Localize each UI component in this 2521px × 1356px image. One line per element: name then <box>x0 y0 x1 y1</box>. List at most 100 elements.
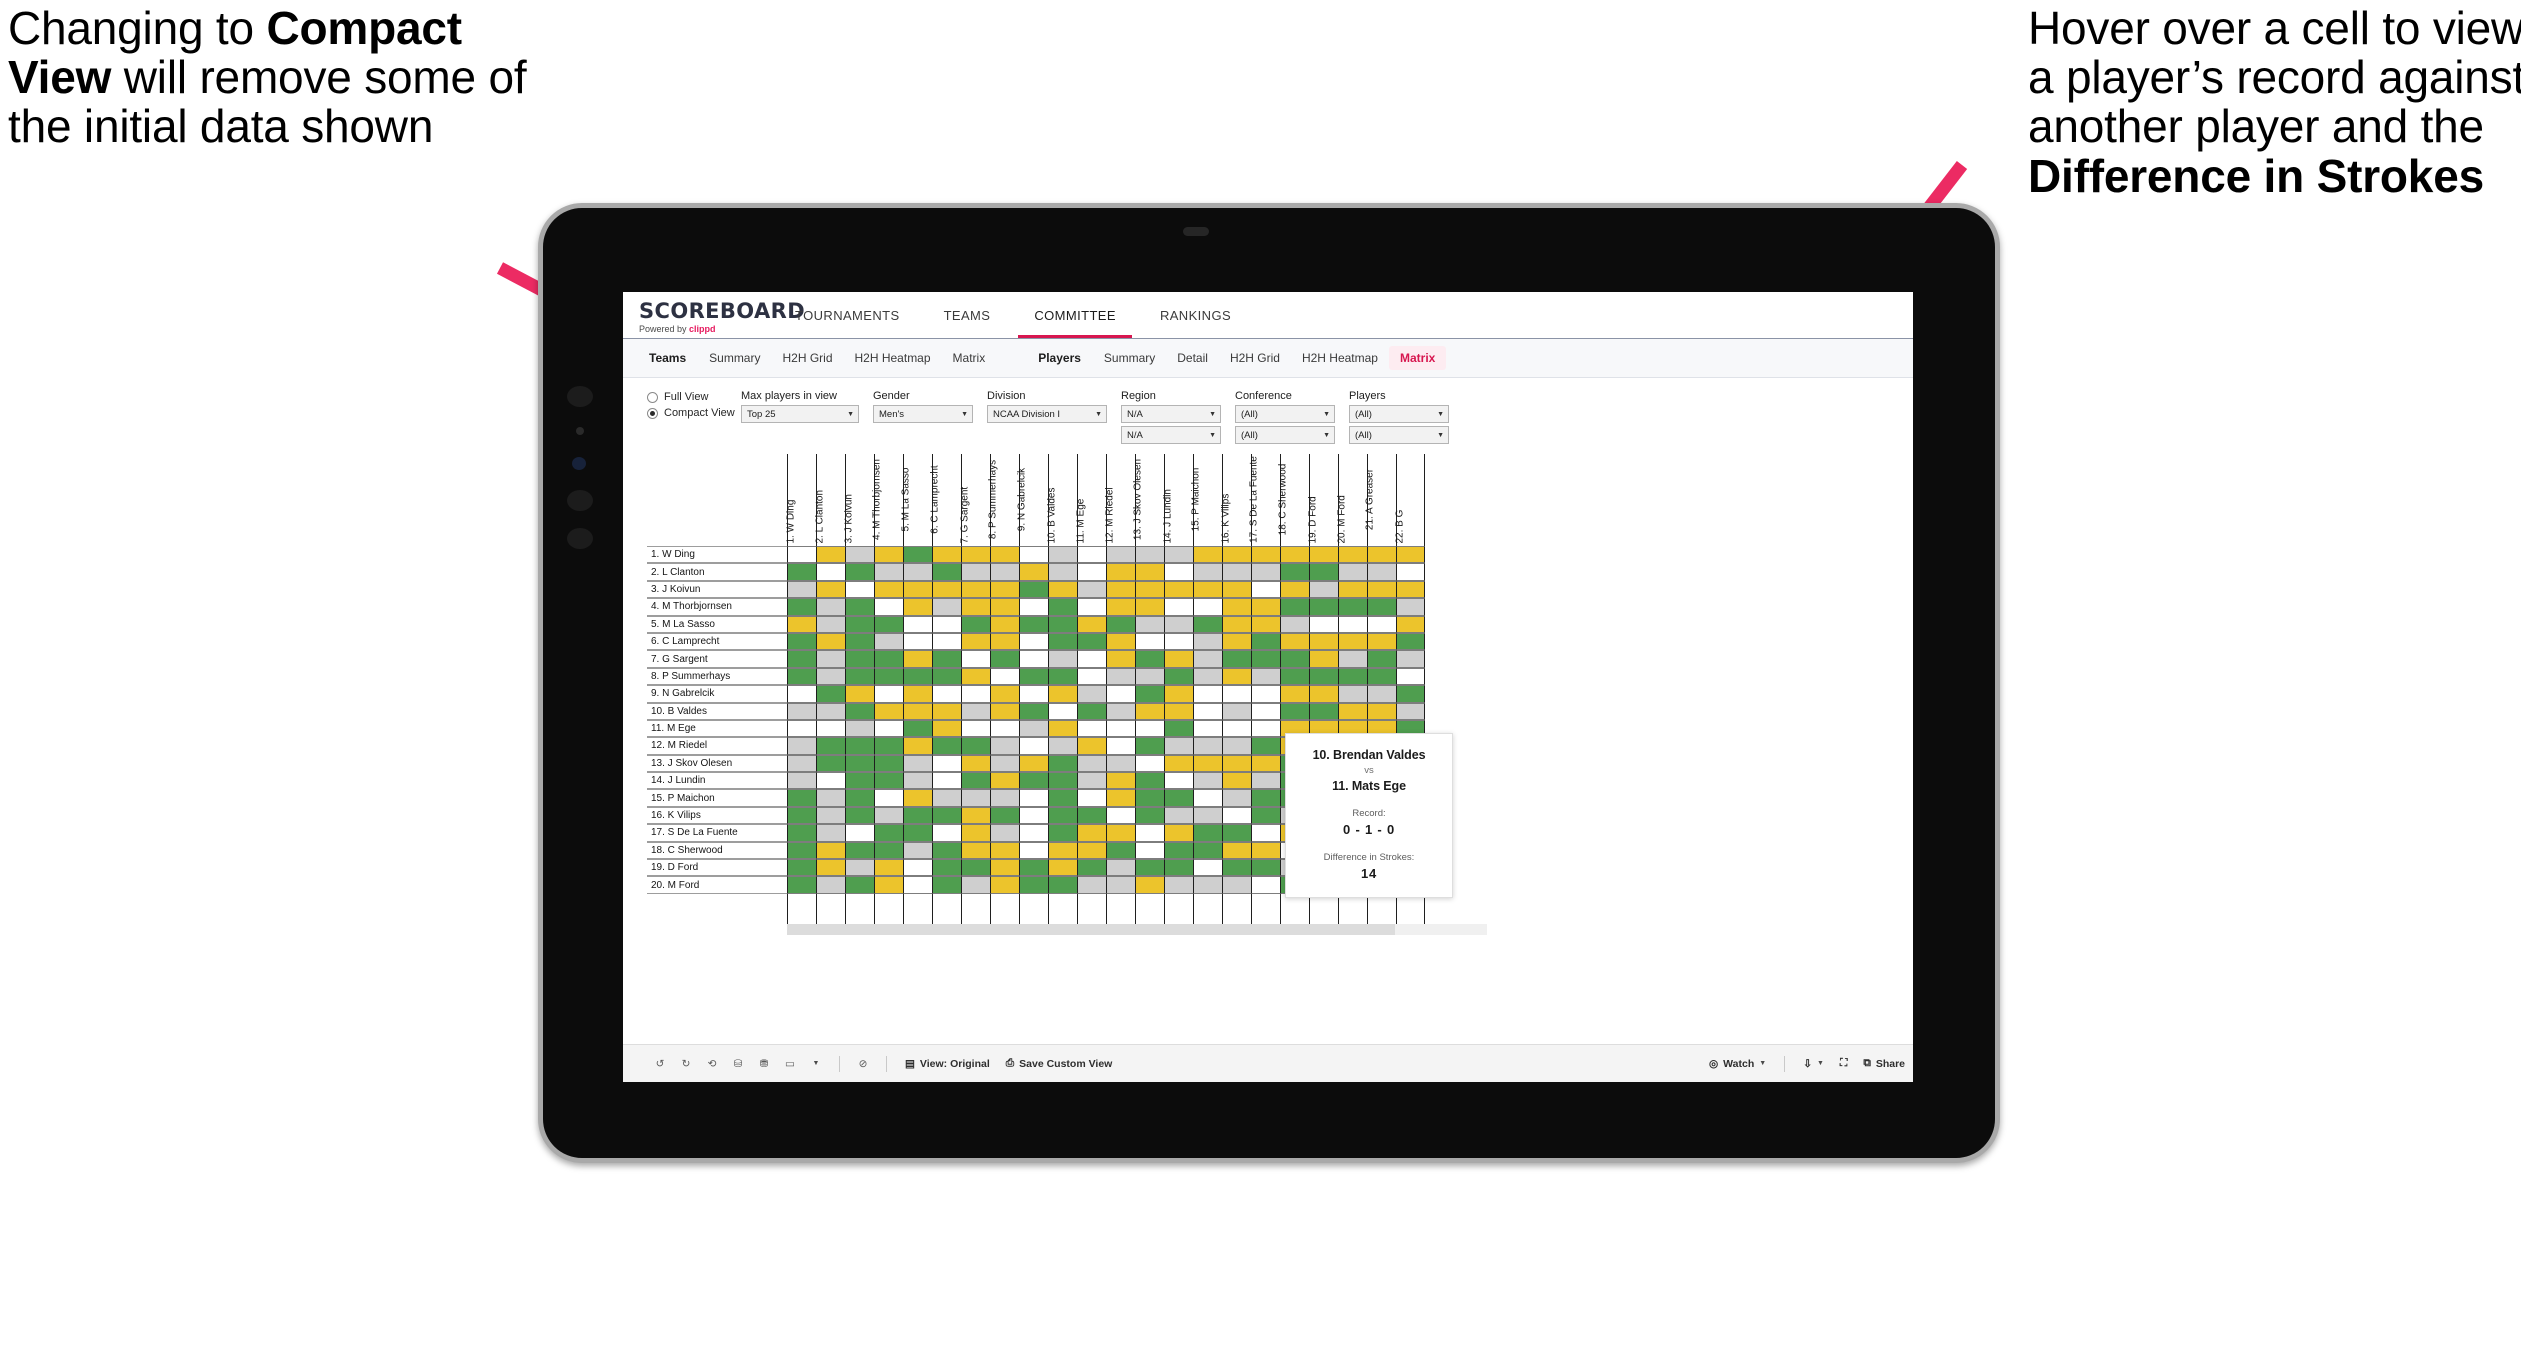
matrix-cell[interactable] <box>787 876 816 894</box>
matrix-cell[interactable] <box>961 563 990 581</box>
matrix-cell[interactable] <box>816 876 845 894</box>
matrix-cell[interactable] <box>845 737 874 755</box>
matrix-cell[interactable] <box>1019 789 1048 807</box>
matrix-cell[interactable] <box>1396 546 1425 564</box>
matrix-cell[interactable] <box>874 876 903 894</box>
matrix-cell[interactable] <box>990 615 1019 633</box>
matrix-cell[interactable] <box>932 806 961 825</box>
matrix-cell[interactable] <box>1106 667 1135 686</box>
matrix-cell[interactable] <box>816 859 845 877</box>
matrix-cell[interactable] <box>874 789 903 807</box>
matrix-cell[interactable] <box>961 789 990 807</box>
matrix-cell[interactable] <box>1077 789 1106 807</box>
fullscreen-button[interactable]: ⛶ <box>1832 1057 1855 1070</box>
matrix-cell[interactable] <box>1077 754 1106 773</box>
matrix-cell[interactable] <box>961 702 990 720</box>
matrix-cell[interactable] <box>990 667 1019 686</box>
refresh-icon[interactable]: ⛃ <box>751 1053 777 1075</box>
matrix-cell[interactable] <box>1135 806 1164 825</box>
matrix-cell[interactable] <box>1251 632 1280 651</box>
matrix-cell[interactable] <box>1135 632 1164 651</box>
matrix-cell[interactable] <box>787 667 816 686</box>
tab-players-h2h-heatmap[interactable]: H2H Heatmap <box>1291 346 1389 370</box>
matrix-cell[interactable] <box>990 580 1019 599</box>
matrix-cell[interactable] <box>1106 546 1135 564</box>
matrix-cell[interactable] <box>932 737 961 755</box>
matrix-cell[interactable] <box>874 772 903 790</box>
matrix-cell[interactable] <box>961 806 990 825</box>
matrix-cell[interactable] <box>1222 772 1251 790</box>
matrix-cell[interactable] <box>1048 754 1077 773</box>
matrix-cell[interactable] <box>1077 632 1106 651</box>
matrix-cell[interactable] <box>787 615 816 633</box>
matrix-cell[interactable] <box>903 737 932 755</box>
matrix-cell[interactable] <box>1077 806 1106 825</box>
matrix-cell[interactable] <box>1164 841 1193 860</box>
matrix-cell[interactable] <box>787 580 816 599</box>
tab-teams-h2h-grid[interactable]: H2H Grid <box>771 346 843 370</box>
matrix-cell[interactable] <box>990 685 1019 703</box>
matrix-cell[interactable] <box>990 772 1019 790</box>
matrix-cell[interactable] <box>874 806 903 825</box>
matrix-cell[interactable] <box>932 789 961 807</box>
matrix-cell[interactable] <box>1135 615 1164 633</box>
matrix-cell[interactable] <box>932 719 961 738</box>
matrix-cell[interactable] <box>1251 772 1280 790</box>
matrix-cell[interactable] <box>1222 615 1251 633</box>
matrix-cell[interactable] <box>1135 719 1164 738</box>
nav-teams[interactable]: TEAMS <box>922 292 1013 338</box>
matrix-cell[interactable] <box>1019 772 1048 790</box>
horizontal-scrollbar[interactable] <box>787 923 1487 935</box>
matrix-cell[interactable] <box>816 824 845 842</box>
matrix-cell[interactable] <box>1135 650 1164 668</box>
matrix-cell[interactable] <box>1193 772 1222 790</box>
matrix-cell[interactable] <box>932 859 961 877</box>
matrix-cell[interactable] <box>1164 563 1193 581</box>
matrix-cell[interactable] <box>1222 580 1251 599</box>
matrix-cell[interactable] <box>1193 737 1222 755</box>
matrix-cell[interactable] <box>932 580 961 599</box>
matrix-cell[interactable] <box>874 737 903 755</box>
matrix-cell[interactable] <box>1193 650 1222 668</box>
matrix-cell[interactable] <box>816 632 845 651</box>
matrix-cell[interactable] <box>1251 580 1280 599</box>
matrix-cell[interactable] <box>1222 737 1251 755</box>
matrix-cell[interactable] <box>1135 685 1164 703</box>
matrix-cell[interactable] <box>1048 806 1077 825</box>
matrix-cell[interactable] <box>1164 859 1193 877</box>
matrix-cell[interactable] <box>787 598 816 616</box>
matrix-cell[interactable] <box>1077 598 1106 616</box>
matrix-cell[interactable] <box>990 598 1019 616</box>
matrix-cell[interactable] <box>845 859 874 877</box>
nav-committee[interactable]: COMMITTEE <box>1012 292 1138 338</box>
matrix-cell[interactable] <box>1048 824 1077 842</box>
matrix-cell[interactable] <box>1048 841 1077 860</box>
matrix-cell[interactable] <box>1193 685 1222 703</box>
matrix-cell[interactable] <box>932 632 961 651</box>
matrix-cell[interactable] <box>932 754 961 773</box>
matrix-cell[interactable] <box>1048 685 1077 703</box>
matrix-cell[interactable] <box>1164 632 1193 651</box>
matrix-cell[interactable] <box>1193 876 1222 894</box>
matrix-cell[interactable] <box>816 615 845 633</box>
matrix-cell[interactable] <box>1251 806 1280 825</box>
matrix-cell[interactable] <box>1048 719 1077 738</box>
matrix-cell[interactable] <box>1280 580 1309 599</box>
matrix-cell[interactable] <box>1338 667 1367 686</box>
matrix-cell[interactable] <box>1222 685 1251 703</box>
tab-players-matrix[interactable]: Matrix <box>1388 346 1447 370</box>
matrix-cell[interactable] <box>1164 598 1193 616</box>
matrix-cell[interactable] <box>1338 650 1367 668</box>
scrollbar-thumb[interactable] <box>787 923 1395 935</box>
matrix-cell[interactable] <box>903 546 932 564</box>
matrix-cell[interactable] <box>961 754 990 773</box>
matrix-cell[interactable] <box>1135 737 1164 755</box>
matrix-cell[interactable] <box>1251 546 1280 564</box>
matrix-cell[interactable] <box>1106 615 1135 633</box>
matrix-cell[interactable] <box>1396 580 1425 599</box>
matrix-cell[interactable] <box>1251 876 1280 894</box>
matrix-cell[interactable] <box>1309 615 1338 633</box>
matrix-cell[interactable] <box>1367 563 1396 581</box>
matrix-cell[interactable] <box>1309 632 1338 651</box>
matrix-cell[interactable] <box>1048 859 1077 877</box>
